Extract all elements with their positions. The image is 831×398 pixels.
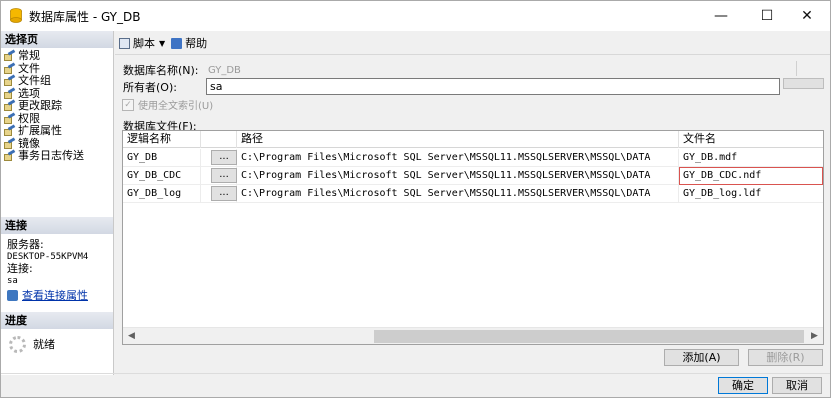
scroll-left-icon[interactable]: ◀	[123, 328, 140, 344]
database-icon	[10, 8, 22, 23]
owner-browse-button[interactable]	[783, 78, 824, 89]
script-icon	[119, 37, 130, 49]
script-label: 脚本	[133, 37, 155, 50]
path-cell[interactable]: C:\Program Files\Microsoft SQL Server\MS…	[237, 149, 679, 167]
logical-name-cell[interactable]: GY_DB_log	[123, 185, 201, 203]
connection-properties-icon	[7, 289, 18, 301]
progress-spinner-icon	[9, 336, 26, 353]
grid-header: 逻辑名称 路径 文件名	[123, 131, 823, 148]
remove-button[interactable]: 删除(R)	[748, 349, 823, 366]
close-button[interactable]: ✕	[784, 1, 830, 31]
column-header-path[interactable]: 路径	[237, 131, 679, 148]
sidebar-item-page[interactable]: 事务日志传送	[4, 149, 112, 163]
table-row[interactable]: GY_DB_CDC ... C:\Program Files\Microsoft…	[123, 167, 823, 185]
database-properties-window: 数据库属性 - GY_DB — ☐ ✕ 选择页 常规 文件 文件组 选项 更改跟踪 权限扩…	[0, 0, 831, 398]
dbname-label: 数据库名称(N):	[123, 64, 199, 77]
scroll-right-icon[interactable]: ▶	[806, 328, 823, 344]
progress-header: 进度	[1, 312, 113, 329]
sidebar-item-label: 选项	[18, 86, 40, 100]
help-button[interactable]: 帮助	[171, 35, 207, 51]
owner-label: 所有者(O):	[123, 81, 177, 94]
page-icon	[4, 112, 16, 124]
page-icon	[4, 137, 16, 149]
view-connection-properties-label: 查看连接属性	[22, 289, 88, 302]
page-icon	[4, 62, 16, 74]
help-label: 帮助	[185, 37, 208, 50]
file-name-cell-selected[interactable]: GY_DB_CDC.ndf	[679, 167, 823, 185]
minimize-icon: —	[714, 8, 728, 24]
sidebar-item-label: 更改跟踪	[18, 99, 62, 113]
fulltext-checkbox-row[interactable]: ✓ 使用全文索引(U)	[122, 97, 213, 112]
sidebar-item-label: 常规	[18, 49, 40, 63]
connection-info: 服务器: DESKTOP-55KPVM4 连接: sa	[7, 239, 88, 287]
dbname-field: GY_DB	[208, 65, 241, 76]
view-connection-properties-link[interactable]: 查看连接属性	[7, 287, 88, 303]
add-button[interactable]: 添加(A)	[664, 349, 739, 366]
sidebar-item-page[interactable]: 扩展属性	[4, 124, 112, 138]
file-name-cell[interactable]: GY_DB.mdf	[679, 149, 823, 167]
sidebar-item-page[interactable]: 更改跟踪	[4, 99, 112, 113]
connection-label: 连接:	[7, 262, 33, 275]
page-icon	[4, 99, 16, 112]
connection-value: sa	[7, 276, 18, 286]
column-header-ellipsis[interactable]	[201, 131, 237, 148]
sidebar-item-label: 事务日志传送	[18, 149, 84, 163]
horizontal-scrollbar[interactable]: ◀ ▶	[123, 327, 823, 344]
close-icon: ✕	[801, 8, 813, 24]
sidebar-item-label: 权限	[18, 111, 40, 125]
progress-status: 就绪	[33, 338, 55, 351]
page-icon	[4, 124, 16, 137]
path-cell[interactable]: C:\Program Files\Microsoft SQL Server\MS…	[237, 185, 679, 203]
path-cell[interactable]: C:\Program Files\Microsoft SQL Server\MS…	[237, 167, 679, 185]
database-files-grid: 逻辑名称 路径 文件名 GY_DB ... C:\Program Files\M…	[122, 130, 824, 345]
browse-path-button[interactable]: ...	[211, 186, 237, 201]
left-panel: 选择页 常规 文件 文件组 选项 更改跟踪 权限 扩展属性 镜像 事务日志传送 连接 服务器: …	[1, 31, 114, 375]
script-button[interactable]: 脚本 ▼	[119, 35, 165, 51]
sidebar-item-label: 镜像	[18, 136, 40, 150]
sidebar-item-label: 扩展属性	[18, 124, 62, 138]
scrollbar-thumb[interactable]	[374, 330, 804, 343]
file-name-cell[interactable]: GY_DB_log.ldf	[679, 185, 823, 203]
help-icon	[171, 37, 183, 49]
sidebar-item-page[interactable]: 常规	[4, 49, 112, 63]
main-panel: 脚本 ▼ 帮助 数据库名称(N): GY_DB 所有者(O): sa ✓ 使用全…	[115, 31, 830, 375]
logical-name-cell[interactable]: GY_DB	[123, 149, 201, 167]
maximize-icon: ☐	[760, 8, 774, 24]
table-row[interactable]: GY_DB ... C:\Program Files\Microsoft SQL…	[123, 149, 823, 167]
footer-divider	[1, 373, 830, 374]
page-icon	[4, 49, 16, 62]
ok-button[interactable]: 确定	[718, 377, 768, 394]
fulltext-checkbox[interactable]: ✓	[122, 98, 134, 111]
page-icon	[4, 149, 16, 162]
sidebar-item-page[interactable]: 文件组	[4, 74, 112, 88]
toolbar: 脚本 ▼ 帮助	[119, 34, 213, 52]
select-page-header: 选择页	[1, 31, 113, 48]
sidebar-item-label: 文件	[18, 61, 40, 75]
browse-path-button[interactable]: ...	[211, 168, 237, 183]
browse-path-button[interactable]: ...	[211, 150, 237, 165]
dbname-field-edge	[796, 61, 797, 76]
connection-header: 连接	[1, 217, 113, 234]
column-header-logical-name[interactable]: 逻辑名称	[123, 131, 201, 148]
page-icon	[4, 87, 16, 99]
sidebar-item-label: 文件组	[18, 74, 51, 88]
server-label: 服务器:	[7, 238, 44, 251]
page-icon	[4, 74, 16, 87]
chevron-down-icon[interactable]: ▼	[159, 39, 165, 48]
table-row[interactable]: GY_DB_log ... C:\Program Files\Microsoft…	[123, 185, 823, 203]
title-bar: 数据库属性 - GY_DB — ☐ ✕	[1, 1, 830, 31]
column-header-file-name[interactable]: 文件名	[679, 131, 823, 148]
fulltext-label: 使用全文索引(U)	[138, 101, 214, 112]
logical-name-cell[interactable]: GY_DB_CDC	[123, 167, 201, 185]
page-list: 常规 文件 文件组 选项 更改跟踪 权限 扩展属性 镜像 事务日志传送	[4, 49, 112, 163]
owner-input[interactable]: sa	[206, 78, 780, 95]
cancel-button[interactable]: 取消	[772, 377, 822, 394]
window-title: 数据库属性 - GY_DB	[29, 10, 141, 24]
minimize-button[interactable]: —	[698, 1, 744, 31]
toolbar-divider	[115, 54, 830, 55]
